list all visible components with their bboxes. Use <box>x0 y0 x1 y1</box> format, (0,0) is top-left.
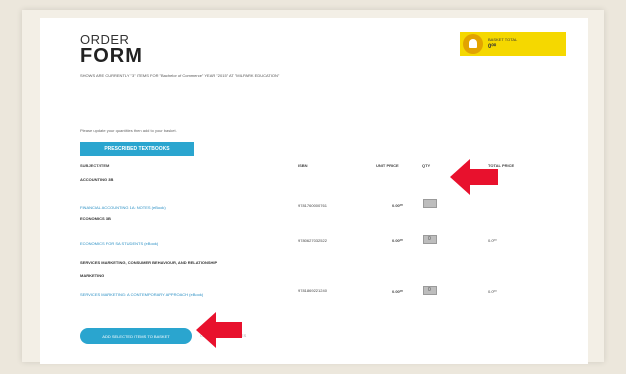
qty-input[interactable] <box>423 199 437 208</box>
intro-text: SHOWS ARE CURRENTLY "3" ITEMS FOR "Bache… <box>80 73 280 78</box>
page-title: FORM <box>80 45 143 67</box>
item-unit-price: 0.00⁰⁰ <box>392 238 403 243</box>
qty-input[interactable]: 0 <box>423 235 437 244</box>
basket-icon <box>463 34 483 54</box>
qty-value: 0 <box>428 236 431 242</box>
arrow-pointer-icon <box>450 159 498 195</box>
item-total-price: 0.0⁰⁰ <box>488 238 497 243</box>
qty-input[interactable]: 0 <box>423 286 437 295</box>
item-unit-price: 0.00⁰⁰ <box>392 203 403 208</box>
column-header-isbn: ISBN <box>298 163 308 168</box>
qty-value: 0 <box>428 287 431 293</box>
arrow-pointer-icon <box>196 312 242 348</box>
item-isbn: 9781869221240 <box>298 288 327 293</box>
subject-services-marketing: SERVICES MARKETING, CONSUMER BEHAVIOUR, … <box>80 260 218 278</box>
column-header-qty: QTY <box>422 163 431 168</box>
subject-economics: ECONOMICS 3B <box>80 216 111 221</box>
item-unit-price: 0.00⁰⁰ <box>392 289 403 294</box>
item-isbn: 9780627032522 <box>298 238 327 243</box>
column-header-subject: SUBJECT/ITEM <box>80 163 110 168</box>
basket-label: BASKET TOTAL <box>488 37 518 42</box>
subject-accounting: ACCOUNTING 3B <box>80 177 114 182</box>
basket-total-widget[interactable]: BASKET TOTAL 0⁰⁰ <box>460 32 566 56</box>
column-header-unit-price: UNIT PRICE <box>376 163 399 168</box>
item-services-marketing-link[interactable]: SERVICES MARKETING: A CONTEMPORARY APPRO… <box>80 292 203 297</box>
basket-total-value: 0⁰⁰ <box>488 44 497 50</box>
order-form-page: ORDER FORM SHOWS ARE CURRENTLY "3" ITEMS… <box>40 18 588 364</box>
instruction-text: Please update your quantities then add t… <box>80 128 177 133</box>
item-total-price: 0.0⁰⁰ <box>488 289 497 294</box>
item-isbn: 9781760000761 <box>298 203 327 208</box>
tab-prescribed-textbooks[interactable]: PRESCRIBED TEXTBOOKS <box>80 142 194 156</box>
item-financial-accounting-link[interactable]: FINANCIAL ACCOUNTING 1A: NOTES (eBook) <box>80 205 166 210</box>
add-to-basket-button[interactable]: ADD SELECTED ITEMS TO BASKET <box>80 328 192 344</box>
item-economics-link[interactable]: ECONOMICS FOR SA STUDENTS (eBook) <box>80 241 158 246</box>
